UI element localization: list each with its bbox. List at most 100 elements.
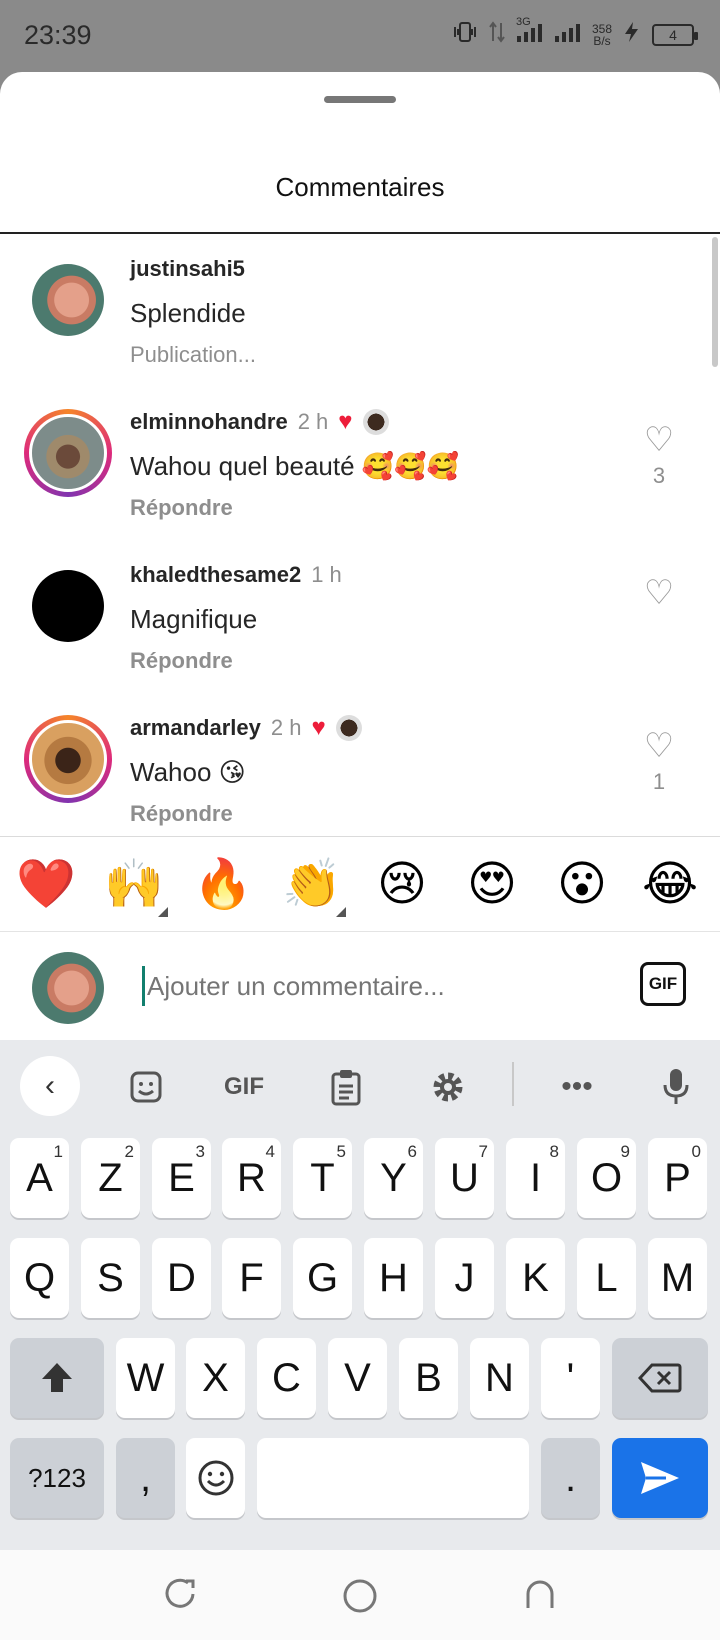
comment-username[interactable]: justinsahi5 (130, 256, 245, 282)
comment-username[interactable]: khaledthesame2 (130, 562, 301, 588)
send-key[interactable] (612, 1438, 708, 1518)
comment-input[interactable] (142, 966, 622, 1006)
avatar[interactable] (32, 570, 104, 642)
key-n[interactable]: N (470, 1338, 529, 1418)
status-bar: 23:39 3G 358 B/s 4 (0, 0, 720, 72)
avatar[interactable] (24, 409, 112, 497)
key-c[interactable]: C (257, 1338, 316, 1418)
avatar[interactable] (24, 715, 112, 803)
comment-meta: Publication... (130, 342, 256, 367)
emoji-heart[interactable]: ❤️ (16, 857, 76, 913)
microphone-icon[interactable] (654, 1062, 698, 1112)
emoji-heart-eyes[interactable]: 😍 (462, 857, 522, 913)
key-letter: O (590, 1155, 623, 1200)
comment-item: armandarley 2 h ♥ Wahoo 😘 Répondre ♡ 1 (0, 693, 720, 853)
backspace-icon (638, 1363, 682, 1393)
emoji-surprised[interactable]: 😮 (552, 857, 612, 913)
settings-gear-icon[interactable] (424, 1062, 472, 1112)
key-k[interactable]: K (506, 1238, 565, 1318)
like-control: ♡ 1 (640, 729, 678, 795)
emoji-raising-hands[interactable]: 🙌 (104, 857, 168, 917)
key-r[interactable]: R4 (222, 1138, 281, 1218)
key-j[interactable]: J (435, 1238, 494, 1318)
key-z[interactable]: Z2 (81, 1138, 140, 1218)
key-b[interactable]: B (399, 1338, 458, 1418)
status-icons: 3G 358 B/s 4 (452, 16, 698, 49)
comment-time: 2 h (297, 409, 329, 434)
comma-key[interactable]: , (116, 1438, 175, 1518)
key-w[interactable]: W (116, 1338, 175, 1418)
key-apostrophe[interactable]: ' (541, 1338, 600, 1418)
shift-key[interactable] (10, 1338, 104, 1418)
key-p[interactable]: P0 (648, 1138, 707, 1218)
key-d[interactable]: D (152, 1238, 211, 1318)
key-m[interactable]: M (648, 1238, 707, 1318)
key-v[interactable]: V (328, 1338, 387, 1418)
key-t[interactable]: T5 (293, 1138, 352, 1218)
comment-username[interactable]: elminnohandre (130, 409, 288, 435)
key-h[interactable]: H (364, 1238, 423, 1318)
comment-text: Wahoo 😘 (130, 757, 246, 787)
key-o[interactable]: O9 (577, 1138, 636, 1218)
comment-username[interactable]: armandarley (130, 715, 261, 741)
key-x[interactable]: X (186, 1338, 245, 1418)
comment-text: Wahou quel beauté 🥰🥰🥰 (130, 451, 459, 481)
sticker-icon[interactable] (122, 1062, 170, 1112)
author-liked-heart-icon: ♥ (311, 714, 326, 741)
home-icon[interactable] (342, 1578, 378, 1614)
heart-outline-icon[interactable]: ♡ (640, 423, 678, 457)
heart-outline-icon[interactable]: ♡ (640, 576, 678, 610)
author-liked-heart-icon: ♥ (338, 408, 353, 435)
clipboard-icon[interactable] (322, 1062, 370, 1112)
key-s[interactable]: S (81, 1238, 140, 1318)
keyboard-gif-button[interactable]: GIF (214, 1062, 274, 1112)
key-a[interactable]: A1 (10, 1138, 69, 1218)
keyboard-back-button[interactable]: ‹ (20, 1056, 80, 1116)
key-hint: 1 (53, 1142, 63, 1161)
key-q[interactable]: Q (10, 1238, 69, 1318)
reply-button[interactable]: Répondre (130, 495, 233, 521)
key-letter: T (310, 1155, 335, 1200)
reply-button[interactable]: Répondre (130, 648, 233, 674)
charging-icon (622, 20, 642, 49)
comment-header: khaledthesame2 1 h (130, 562, 342, 588)
key-y[interactable]: Y6 (364, 1138, 423, 1218)
reply-button[interactable]: Répondre (130, 801, 233, 827)
net-speed: 358 B/s (592, 23, 612, 47)
key-letter: A (26, 1155, 53, 1200)
key-f[interactable]: F (222, 1238, 281, 1318)
symbols-key[interactable]: ?123 (10, 1438, 104, 1518)
recents-icon[interactable] (162, 1578, 198, 1614)
more-options-icon[interactable]: ••• (552, 1062, 602, 1112)
emoji-fire[interactable]: 🔥 (193, 857, 253, 913)
emoji-laughing[interactable]: 😂 (640, 857, 700, 913)
keyboard: ‹ GIF ••• A1 Z2 E3 R4 T5 Y6 U7 I8 O9 P0 … (0, 1040, 720, 1550)
key-u[interactable]: U7 (435, 1138, 494, 1218)
period-key[interactable]: . (541, 1438, 600, 1518)
avatar[interactable] (32, 264, 104, 336)
emoji-crying[interactable]: 😢 (372, 857, 432, 913)
comment-list[interactable]: justinsahi5 Splendide Publication... elm… (0, 234, 720, 908)
space-key[interactable] (257, 1438, 529, 1518)
key-hint: 0 (691, 1142, 701, 1161)
gif-button[interactable]: GIF (640, 962, 686, 1006)
shift-arrow-icon (42, 1363, 72, 1392)
key-l[interactable]: L (577, 1238, 636, 1318)
drag-handle[interactable] (324, 96, 396, 103)
status-time: 23:39 (24, 20, 92, 50)
key-i[interactable]: I8 (506, 1138, 565, 1218)
key-letter: R (237, 1155, 266, 1200)
scrollbar[interactable] (712, 237, 718, 367)
heart-outline-icon[interactable]: ♡ (640, 729, 678, 763)
emoji-clapping[interactable]: 👏 (282, 857, 346, 917)
key-e[interactable]: E3 (152, 1138, 211, 1218)
backspace-key[interactable] (612, 1338, 708, 1418)
like-count: 1 (652, 769, 666, 794)
comment-item: justinsahi5 Splendide Publication... (0, 234, 720, 394)
back-icon[interactable] (522, 1578, 558, 1614)
key-hint: 3 (195, 1142, 205, 1161)
emoji-key[interactable] (186, 1438, 245, 1518)
navigation-bar (0, 1550, 720, 1640)
key-g[interactable]: G (293, 1238, 352, 1318)
key-hint: 6 (407, 1142, 417, 1161)
